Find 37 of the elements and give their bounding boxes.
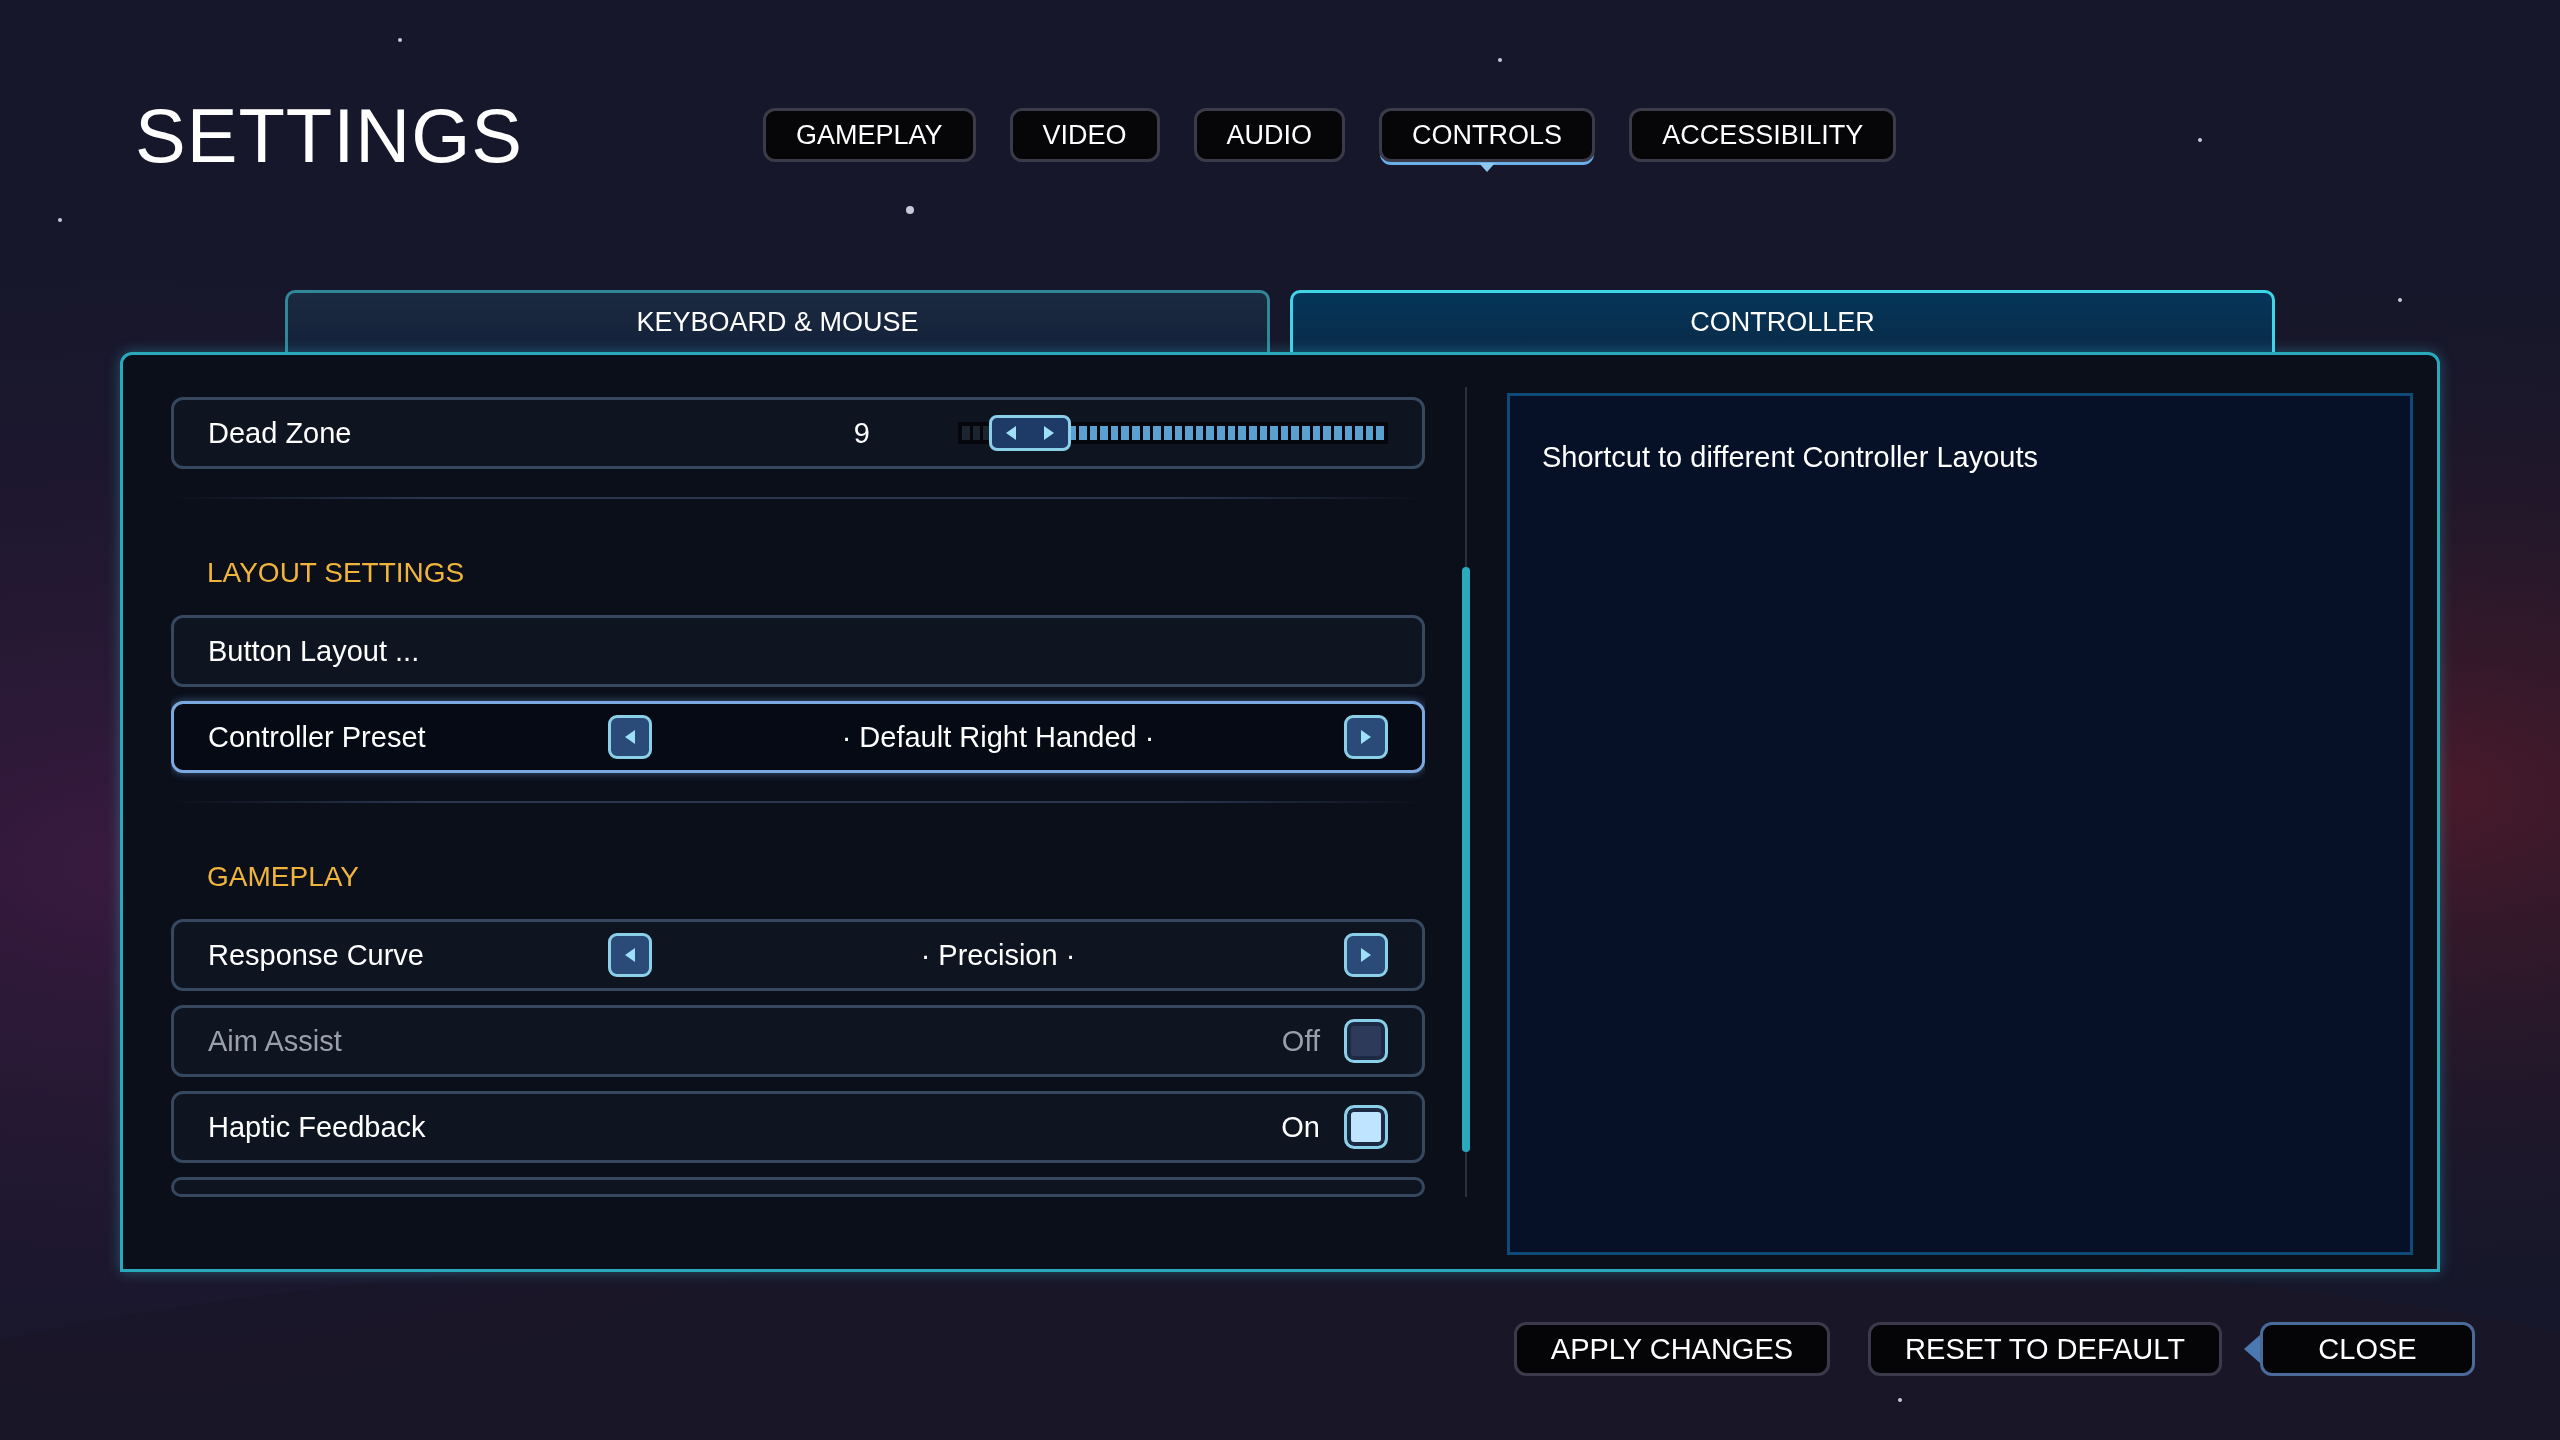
setting-row[interactable]: Haptic Feedback On	[171, 1091, 1425, 1163]
scrollbar[interactable]	[1465, 387, 1467, 1197]
action-button[interactable]: APPLY CHANGES	[1513, 1322, 1831, 1376]
section-heading: LAYOUT SETTINGS	[207, 557, 465, 589]
selected-indicator-icon	[1479, 163, 1496, 172]
setting-label: Response Curve	[208, 938, 425, 972]
next-button[interactable]	[1344, 933, 1388, 977]
action-button[interactable]: RESET TO DEFAULT	[1868, 1322, 2222, 1376]
setting-label: Controller Preset	[208, 720, 427, 754]
setting-label: Dead Zone	[208, 416, 352, 450]
action-button[interactable]: CLOSE	[2260, 1322, 2475, 1376]
page-title: SETTINGS	[135, 91, 525, 179]
device-tab[interactable]: KEYBOARD & MOUSE	[285, 290, 1270, 352]
setting-row[interactable]: Response Curve · Precision ·	[171, 919, 1425, 991]
setting-label: Button Layout ...	[208, 634, 420, 668]
category-tab[interactable]: AUDIO	[1193, 108, 1346, 162]
setting-row[interactable]: Button Layout ...	[171, 615, 1425, 687]
previous-button[interactable]	[608, 715, 652, 759]
category-tab[interactable]: ACCESSIBILITY	[1629, 108, 1897, 162]
device-tab[interactable]: CONTROLLER	[1290, 290, 2275, 352]
setting-value: 9	[852, 416, 870, 450]
setting-value: On	[1281, 1110, 1320, 1144]
setting-row[interactable]: Dead Zone 9	[171, 397, 1425, 469]
setting-label: Haptic Feedback	[208, 1110, 426, 1144]
section-heading: GAMEPLAY	[207, 861, 359, 893]
next-button[interactable]	[1344, 715, 1388, 759]
previous-button[interactable]	[608, 933, 652, 977]
setting-row[interactable]: Controller Preset · Default Right Handed ·	[171, 701, 1425, 773]
setting-label: Aim Assist	[208, 1024, 342, 1058]
setting-value: · Precision ·	[919, 938, 1077, 972]
category-tab[interactable]: VIDEO	[1009, 108, 1160, 162]
setting-value: Off	[1281, 1024, 1320, 1058]
checkbox[interactable]	[1344, 1105, 1388, 1149]
slider-thumb[interactable]	[989, 415, 1072, 451]
category-tab[interactable]: GAMEPLAY	[763, 108, 976, 162]
description-text: Shortcut to different Controller Layouts	[1542, 441, 2039, 474]
setting-value: · Default Right Handed ·	[840, 720, 1156, 754]
